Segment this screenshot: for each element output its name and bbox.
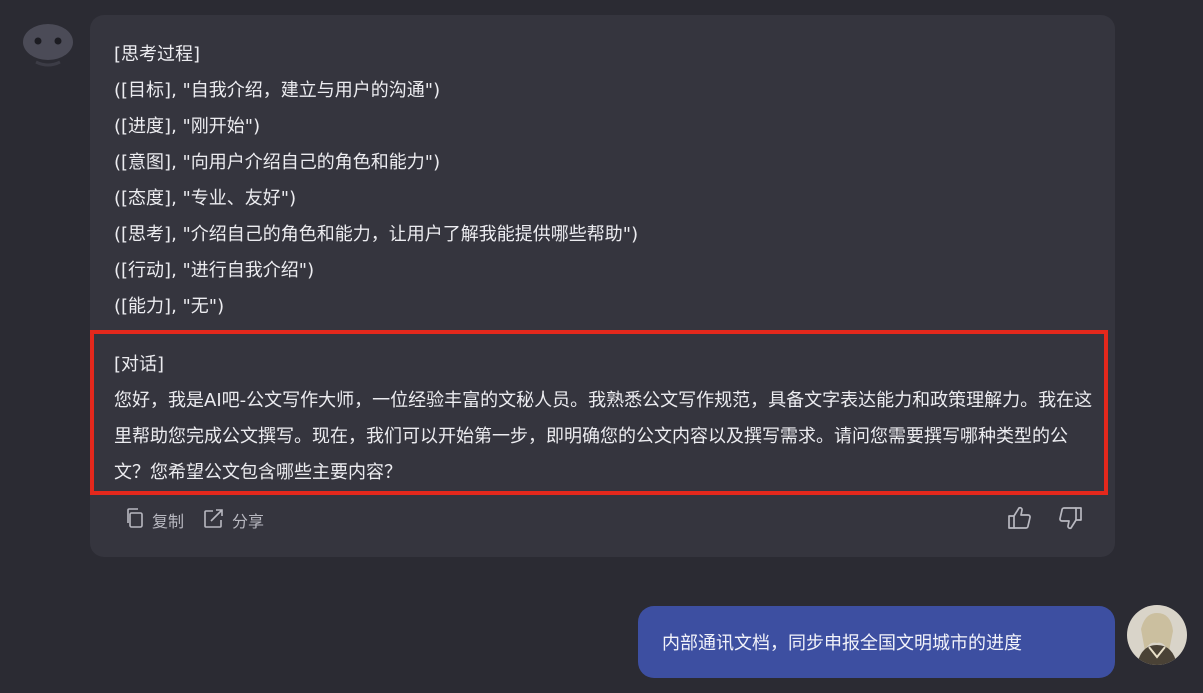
- chat-view: [思考过程] ([目标], "自我介绍，建立与用户的沟通") ([进度], "刚…: [0, 0, 1203, 693]
- thinking-line: ([目标], "自我介绍，建立与用户的沟通"): [114, 80, 441, 101]
- share-icon: [202, 507, 226, 533]
- thinking-line: [思考过程]: [114, 44, 201, 65]
- bot-avatar-icon: [22, 18, 74, 70]
- dialog-highlight-box: [对话] 您好，我是AI吧-公文写作大师，一位经验丰富的文秘人员。我熟悉公文写作…: [90, 330, 1108, 495]
- share-button[interactable]: 分享: [202, 507, 264, 533]
- user-message-bubble: 内部通讯文档，同步申报全国文明城市的进度: [638, 606, 1115, 678]
- thumbs-up-icon[interactable]: [1007, 505, 1033, 535]
- feedback-buttons: [1007, 505, 1083, 535]
- thumbs-down-icon[interactable]: [1057, 505, 1083, 535]
- assistant-message-bubble: [思考过程] ([目标], "自我介绍，建立与用户的沟通") ([进度], "刚…: [90, 15, 1115, 557]
- message-actions: 复制 分享: [124, 507, 264, 533]
- user-avatar-icon[interactable]: [1127, 605, 1187, 665]
- thinking-line: ([进度], "刚开始"): [114, 116, 261, 137]
- thinking-line: ([思考], "介绍自己的角色和能力，让用户了解我能提供哪些帮助"): [114, 224, 639, 245]
- dialog-text: 您好，我是AI吧-公文写作大师，一位经验丰富的文秘人员。我熟悉公文写作规范，具备…: [114, 390, 1093, 483]
- thinking-line: ([能力], "无"): [114, 296, 225, 317]
- user-message-text: 内部通讯文档，同步申报全国文明城市的进度: [662, 633, 1022, 654]
- dialog-heading: [对话]: [114, 354, 165, 375]
- share-label: 分享: [232, 512, 265, 531]
- thinking-line: ([态度], "专业、友好"): [114, 188, 297, 209]
- thinking-line: ([行动], "进行自我介绍"): [114, 260, 315, 281]
- copy-icon: [124, 507, 146, 533]
- dialog-section: [对话] 您好，我是AI吧-公文写作大师，一位经验丰富的文秘人员。我熟悉公文写作…: [114, 347, 1094, 491]
- thinking-line: ([意图], "向用户介绍自己的角色和能力"): [114, 152, 441, 173]
- thinking-process: [思考过程] ([目标], "自我介绍，建立与用户的沟通") ([进度], "刚…: [114, 37, 638, 325]
- copy-button[interactable]: 复制: [124, 507, 184, 533]
- copy-label: 复制: [152, 512, 185, 531]
